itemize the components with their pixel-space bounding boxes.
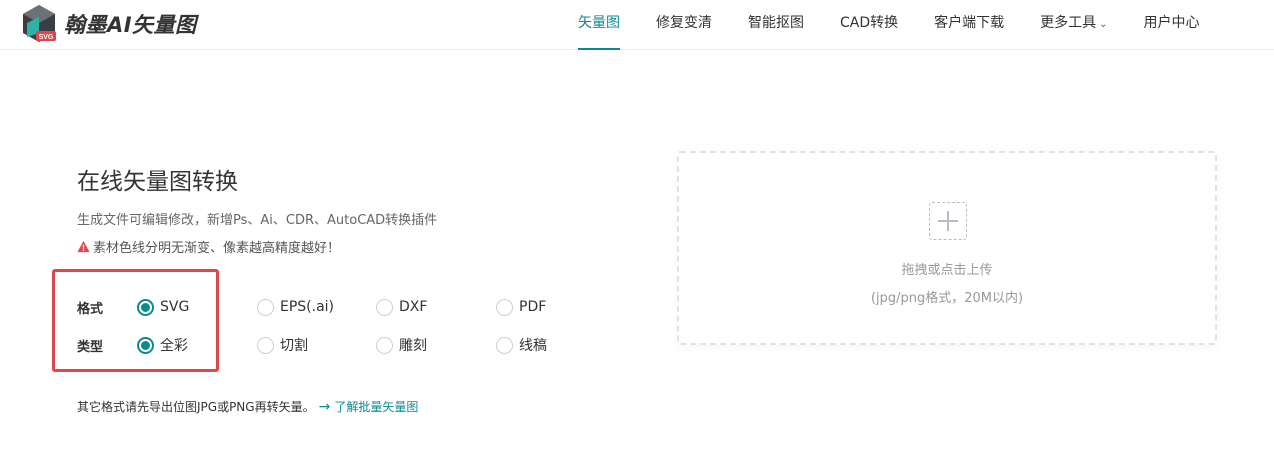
warning-text: 素材色线分明无渐变、像素越高精度越好！ xyxy=(93,241,341,256)
radio-icon xyxy=(376,298,393,316)
type-row: 类型 全彩 切割 雕刻 线稿 xyxy=(77,333,577,357)
format-option-label: PDF xyxy=(519,299,547,315)
format-row: 格式 SVG EPS(.ai) DXF PDF xyxy=(77,295,577,319)
format-option-label: DXF xyxy=(399,299,428,315)
nav-cad[interactable]: CAD转换 xyxy=(822,0,916,50)
format-option-svg[interactable]: SVG xyxy=(137,298,190,316)
nav-restore[interactable]: 修复变清 xyxy=(638,0,730,50)
warning-icon xyxy=(77,240,90,253)
format-option-pdf[interactable]: PDF xyxy=(496,298,547,316)
top-header: SVG 翰墨AI矢量图 矢量图 修复变清 智能抠图 CAD转换 客户端下载 更多… xyxy=(0,0,1274,50)
type-option-label: 雕刻 xyxy=(399,338,427,354)
format-option-eps[interactable]: EPS(.ai) xyxy=(257,298,335,316)
learn-batch-link[interactable]: → 了解批量矢量图 xyxy=(319,398,419,415)
page-description: 生成文件可编辑修改，新增Ps、Ai、CDR、AutoCAD转换插件 xyxy=(77,213,438,228)
type-option-lineart[interactable]: 线稿 xyxy=(496,335,547,355)
logo[interactable]: SVG 翰墨AI矢量图 xyxy=(18,3,197,45)
radio-icon xyxy=(257,298,274,316)
radio-icon xyxy=(496,298,513,316)
upload-dropzone[interactable]: 拖拽或点击上传 (jpg/png格式，20M以内) xyxy=(677,151,1217,345)
nav-vector[interactable]: 矢量图 xyxy=(560,0,638,50)
logo-icon: SVG xyxy=(18,3,60,45)
radio-icon xyxy=(376,336,393,354)
type-option-label: 切割 xyxy=(280,338,308,354)
warning-note: 素材色线分明无渐变、像素越高精度越好！ xyxy=(77,237,340,256)
nav-more-tools[interactable]: 更多工具 ⌄ xyxy=(1022,0,1125,50)
radio-icon xyxy=(257,336,274,354)
page-title: 在线矢量图转换 xyxy=(77,169,238,195)
nav-more-tools-label: 更多工具 xyxy=(1040,15,1097,31)
chevron-down-icon: ⌄ xyxy=(1099,19,1108,30)
format-option-label: EPS(.ai) xyxy=(280,299,335,315)
radio-icon xyxy=(496,336,513,354)
main-nav: 矢量图 修复变清 智能抠图 CAD转换 客户端下载 更多工具 ⌄ 用户中心 xyxy=(560,0,1218,50)
nav-cutout[interactable]: 智能抠图 xyxy=(730,0,822,50)
format-option-label: SVG xyxy=(160,299,190,315)
type-option-cut[interactable]: 切割 xyxy=(257,335,308,355)
logo-text: 翰墨AI矢量图 xyxy=(64,13,197,37)
nav-download[interactable]: 客户端下载 xyxy=(916,0,1022,50)
type-option-engrave[interactable]: 雕刻 xyxy=(376,335,427,355)
type-option-fullcolor[interactable]: 全彩 xyxy=(137,335,188,355)
type-option-label: 线稿 xyxy=(519,338,547,354)
footer-note: 其它格式请先导出位图JPG或PNG再转矢量。 → 了解批量矢量图 xyxy=(77,398,418,415)
type-label: 类型 xyxy=(77,340,104,355)
upload-prompt: 拖拽或点击上传 xyxy=(901,263,993,278)
format-label: 格式 xyxy=(77,302,104,317)
radio-checked-icon xyxy=(137,336,154,354)
footer-note-text: 其它格式请先导出位图JPG或PNG再转矢量。 xyxy=(77,400,315,414)
radio-checked-icon xyxy=(137,298,154,316)
learn-batch-link-label: 了解批量矢量图 xyxy=(334,400,419,414)
format-option-dxf[interactable]: DXF xyxy=(376,298,428,316)
type-option-label: 全彩 xyxy=(160,338,188,354)
nav-user-center[interactable]: 用户中心 xyxy=(1126,0,1218,50)
logo-badge: SVG xyxy=(39,34,54,41)
upload-hint: (jpg/png格式，20M以内) xyxy=(870,291,1024,306)
arrow-right-icon: → xyxy=(318,398,331,415)
plus-icon xyxy=(929,202,967,240)
